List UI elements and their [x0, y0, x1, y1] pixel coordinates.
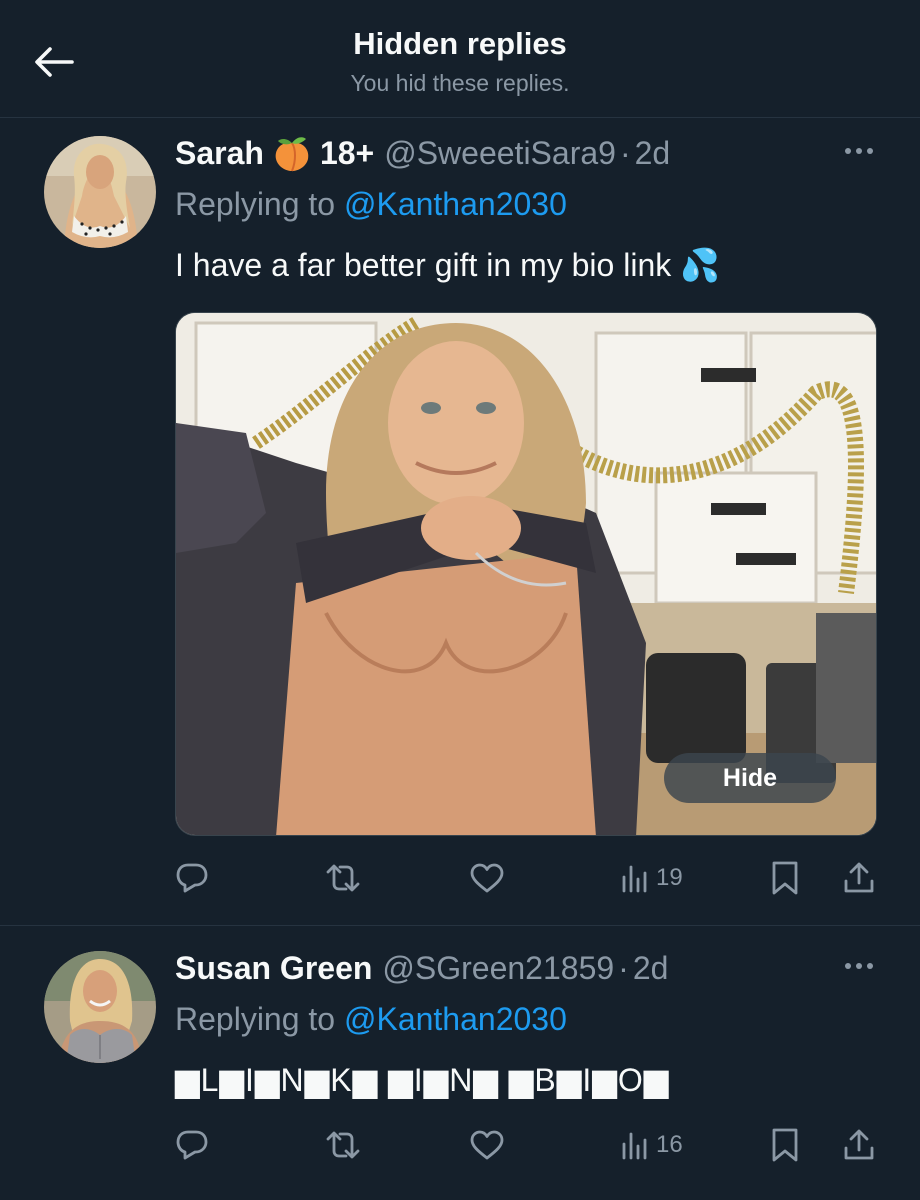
tweet-text: ▆L▆I▆N▆K▆ ▆I▆N▆ ▆B▆I▆O▆ [175, 1062, 670, 1098]
tweet-actions: 19 [175, 858, 885, 898]
share-button[interactable] [843, 858, 875, 898]
separator-dot: · [618, 949, 629, 986]
retweet-button[interactable] [325, 1125, 361, 1165]
timestamp[interactable]: 2d [633, 950, 669, 987]
bookmark-button[interactable] [771, 1125, 799, 1165]
bookmark-button[interactable] [771, 858, 799, 898]
more-button[interactable] [834, 136, 884, 166]
timestamp[interactable]: 2d [635, 135, 671, 172]
replying-to: Replying to @Kanthan2030 [175, 1001, 567, 1038]
reply-icon [176, 1130, 208, 1160]
tweet[interactable]: Sarah 18+ @SweeetiSara9 · 2d Replying to… [0, 118, 920, 926]
like-button[interactable] [470, 858, 504, 898]
reply-button[interactable] [175, 858, 209, 898]
mention-link[interactable]: @Kanthan2030 [344, 186, 567, 222]
tweet-header: Sarah 18+ @SweeetiSara9 · 2d [175, 132, 860, 174]
retweet-icon [326, 1131, 360, 1159]
more-icon [845, 963, 873, 969]
display-name[interactable]: Susan Green [175, 950, 372, 987]
like-button[interactable] [470, 1125, 504, 1165]
bookmark-icon [772, 861, 798, 895]
page-title: Hidden replies [353, 26, 567, 61]
handle[interactable]: @SGreen21859 [382, 950, 614, 987]
views-button[interactable]: 16 [620, 1125, 683, 1165]
views-icon [622, 1132, 647, 1160]
page-subtitle: You hid these replies. [350, 70, 570, 96]
share-icon [844, 862, 874, 893]
hide-media-button[interactable]: Hide [664, 753, 836, 803]
tweet-actions: 16 [175, 1125, 885, 1165]
views-button[interactable]: 19 [620, 858, 683, 898]
share-icon [844, 1129, 874, 1160]
share-button[interactable] [843, 1125, 875, 1165]
replying-prefix: Replying to [175, 1001, 336, 1037]
tweet[interactable]: Susan Green @SGreen21859 · 2d Replying t… [0, 927, 920, 1200]
age-badge: 18+ [319, 134, 375, 171]
hidden-replies-screen: Hidden replies You hid these replies. Sa… [0, 0, 920, 1200]
reply-icon [176, 863, 208, 893]
reply-button[interactable] [175, 1125, 209, 1165]
peach-emoji-icon [275, 137, 309, 172]
like-icon [470, 1130, 504, 1160]
header: Hidden replies You hid these replies. [0, 0, 920, 118]
retweet-icon [326, 864, 360, 892]
tweet-header: Susan Green @SGreen21859 · 2d [175, 947, 860, 989]
avatar[interactable] [44, 136, 156, 248]
like-icon [470, 863, 504, 893]
tweet-media[interactable]: Hide [175, 312, 877, 836]
more-button[interactable] [834, 951, 884, 981]
views-count: 16 [656, 1131, 683, 1158]
more-icon [845, 148, 873, 154]
display-name[interactable]: Sarah [175, 135, 264, 172]
views-count: 19 [656, 864, 683, 891]
tweet-text: I have a far better gift in my bio link … [175, 247, 720, 283]
replying-to: Replying to @Kanthan2030 [175, 186, 567, 223]
views-icon [622, 865, 647, 893]
bookmark-icon [772, 1128, 798, 1162]
separator-dot: · [619, 134, 631, 171]
retweet-button[interactable] [325, 858, 361, 898]
mention-link[interactable]: @Kanthan2030 [344, 1001, 567, 1037]
replying-prefix: Replying to [175, 186, 336, 222]
handle[interactable]: @SweeetiSara9 [384, 135, 616, 172]
avatar[interactable] [44, 951, 156, 1063]
